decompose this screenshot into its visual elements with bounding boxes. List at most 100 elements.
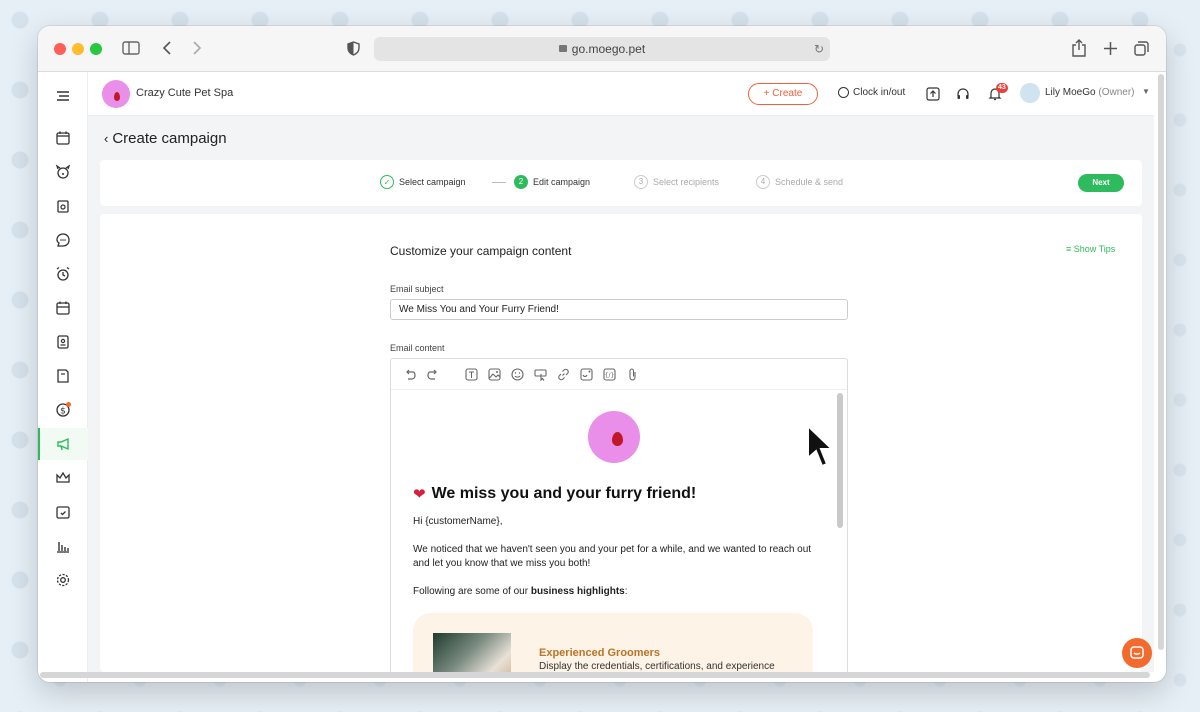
sidebar-item-retail[interactable] [38, 190, 88, 222]
main-content: ‹ Create campaign ✓ Select campaign 2 Edi… [88, 116, 1154, 672]
next-button[interactable]: Next [1078, 174, 1124, 192]
user-menu[interactable]: Lily MoeGo (Owner) [1045, 87, 1134, 98]
user-role: (Owner) [1098, 87, 1135, 98]
highlight-title: Experienced Groomers [539, 647, 661, 659]
sidebar-item-staff[interactable] [38, 326, 88, 358]
redo-icon[interactable] [427, 368, 440, 381]
sidebar-item-analytics[interactable] [38, 530, 88, 562]
editor-toolbar: {/} [391, 359, 847, 390]
close-window-button[interactable] [54, 43, 66, 55]
campaign-stepper: ✓ Select campaign 2 Edit campaign 3 Sele… [100, 160, 1142, 206]
sidebar-item-settings[interactable] [38, 564, 88, 596]
attachment-icon[interactable] [626, 368, 639, 381]
step-select-recipients[interactable]: 3 Select recipients [634, 175, 719, 189]
user-name: Lily MoeGo [1045, 87, 1096, 98]
groomer-photo [433, 633, 511, 672]
caret-down-icon[interactable]: ▼ [1142, 87, 1150, 96]
step-number: 4 [756, 175, 770, 189]
app-sidebar: $ [38, 72, 88, 682]
intro-suffix: : [624, 586, 628, 597]
email-greeting: Hi {customerName}, [413, 516, 503, 527]
variable-icon[interactable]: {/} [603, 368, 616, 381]
gear-icon [56, 573, 70, 587]
browser-window: go.moego.pet ↻ $ Crazy Cute Pet Spa + Cr… [38, 26, 1166, 682]
back-icon[interactable] [162, 41, 172, 55]
mouse-cursor-icon [807, 424, 835, 468]
intro-text: Following are some of our [413, 586, 531, 597]
app-header: Crazy Cute Pet Spa + Create Clock in/out… [88, 72, 1154, 116]
business-logo [588, 411, 640, 463]
create-button[interactable]: + Create [748, 83, 818, 105]
clock-in-out-button[interactable]: Clock in/out [838, 87, 905, 98]
new-tab-icon[interactable] [1104, 42, 1117, 55]
sidebar-item-membership[interactable] [38, 462, 88, 494]
browser-toolbar: go.moego.pet ↻ [38, 26, 1166, 72]
email-highlights-intro: Following are some of our business highl… [413, 585, 823, 599]
sidebar-toggle-icon[interactable] [122, 41, 140, 55]
step-label: Schedule & send [775, 177, 844, 187]
business-name[interactable]: Crazy Cute Pet Spa [136, 87, 233, 99]
user-avatar[interactable] [1020, 83, 1040, 103]
highlight-card: Experienced Groomers Display the credent… [413, 613, 813, 672]
button-icon[interactable] [534, 368, 547, 381]
emoji-icon[interactable] [511, 368, 524, 381]
sidebar-item-pets[interactable] [38, 156, 88, 188]
menu-toggle[interactable] [38, 80, 88, 112]
page-title: ‹ Create campaign [104, 130, 227, 147]
show-tips-link[interactable]: ≡ Show Tips [1066, 244, 1115, 254]
share-icon[interactable] [1072, 39, 1086, 57]
text-icon[interactable] [465, 368, 478, 381]
editor-scrollbar[interactable] [837, 393, 843, 528]
dog-icon [55, 164, 71, 179]
document-icon [57, 369, 69, 383]
sidebar-item-marketing[interactable] [38, 428, 88, 460]
step-label: Select recipients [653, 177, 720, 187]
check-icon: ✓ [380, 175, 394, 189]
hamburger-icon [57, 91, 69, 101]
svg-text:{/}: {/} [605, 372, 615, 379]
sidebar-item-messages[interactable] [38, 224, 88, 256]
svg-text:$: $ [60, 407, 66, 417]
maximize-window-button[interactable] [90, 43, 102, 55]
email-paragraph: We noticed that we haven't seen you and … [413, 544, 812, 569]
email-heading-text: We miss you and your furry friend! [431, 485, 697, 502]
forward-icon[interactable] [192, 41, 202, 55]
notification-dot [66, 402, 71, 407]
sidebar-item-booking[interactable] [38, 496, 88, 528]
link-icon[interactable] [557, 368, 570, 381]
sticker-icon[interactable] [580, 368, 593, 381]
booking-icon [56, 506, 70, 519]
tab-overview-icon[interactable] [1134, 41, 1149, 56]
step-label: Edit campaign [533, 177, 591, 187]
email-subject-input[interactable]: We Miss You and Your Furry Friend! [390, 299, 848, 320]
chat-support-button[interactable] [1122, 638, 1152, 668]
intro-bold-text: business highlights [530, 586, 625, 597]
sidebar-item-calendar[interactable] [38, 122, 88, 154]
sidebar-item-schedule[interactable] [38, 292, 88, 324]
notification-badge: 43 [996, 83, 1008, 93]
chevron-left-icon[interactable]: ‹ [104, 131, 108, 146]
reload-icon[interactable]: ↻ [814, 37, 824, 61]
step-edit-campaign[interactable]: 2 Edit campaign [514, 175, 590, 189]
minimize-window-button[interactable] [72, 43, 84, 55]
upload-icon[interactable] [926, 87, 940, 101]
email-heading: ❤ We miss you and your furry friend! [413, 485, 696, 503]
page-horizontal-scrollbar[interactable] [40, 672, 1150, 678]
email-subject-label: Email subject [390, 284, 444, 294]
step-schedule-send[interactable]: 4 Schedule & send [756, 175, 843, 189]
shop-icon [57, 200, 69, 213]
alarm-clock-icon [56, 266, 70, 281]
shield-icon[interactable] [347, 41, 360, 56]
sidebar-item-payments[interactable]: $ [38, 394, 88, 426]
email-content-editor[interactable]: {/} ❤ We miss you and your furry friend! … [390, 358, 848, 672]
headset-icon[interactable] [956, 87, 970, 101]
sidebar-item-reminders[interactable] [38, 258, 88, 290]
step-select-campaign[interactable]: ✓ Select campaign [380, 175, 466, 189]
sidebar-item-reports[interactable] [38, 360, 88, 392]
page-vertical-scrollbar[interactable] [1158, 74, 1164, 650]
chat-bubble-icon [1130, 646, 1144, 659]
address-bar[interactable]: go.moego.pet ↻ [374, 37, 830, 61]
undo-icon[interactable] [403, 368, 416, 381]
image-icon[interactable] [488, 368, 501, 381]
business-avatar[interactable] [102, 80, 130, 108]
